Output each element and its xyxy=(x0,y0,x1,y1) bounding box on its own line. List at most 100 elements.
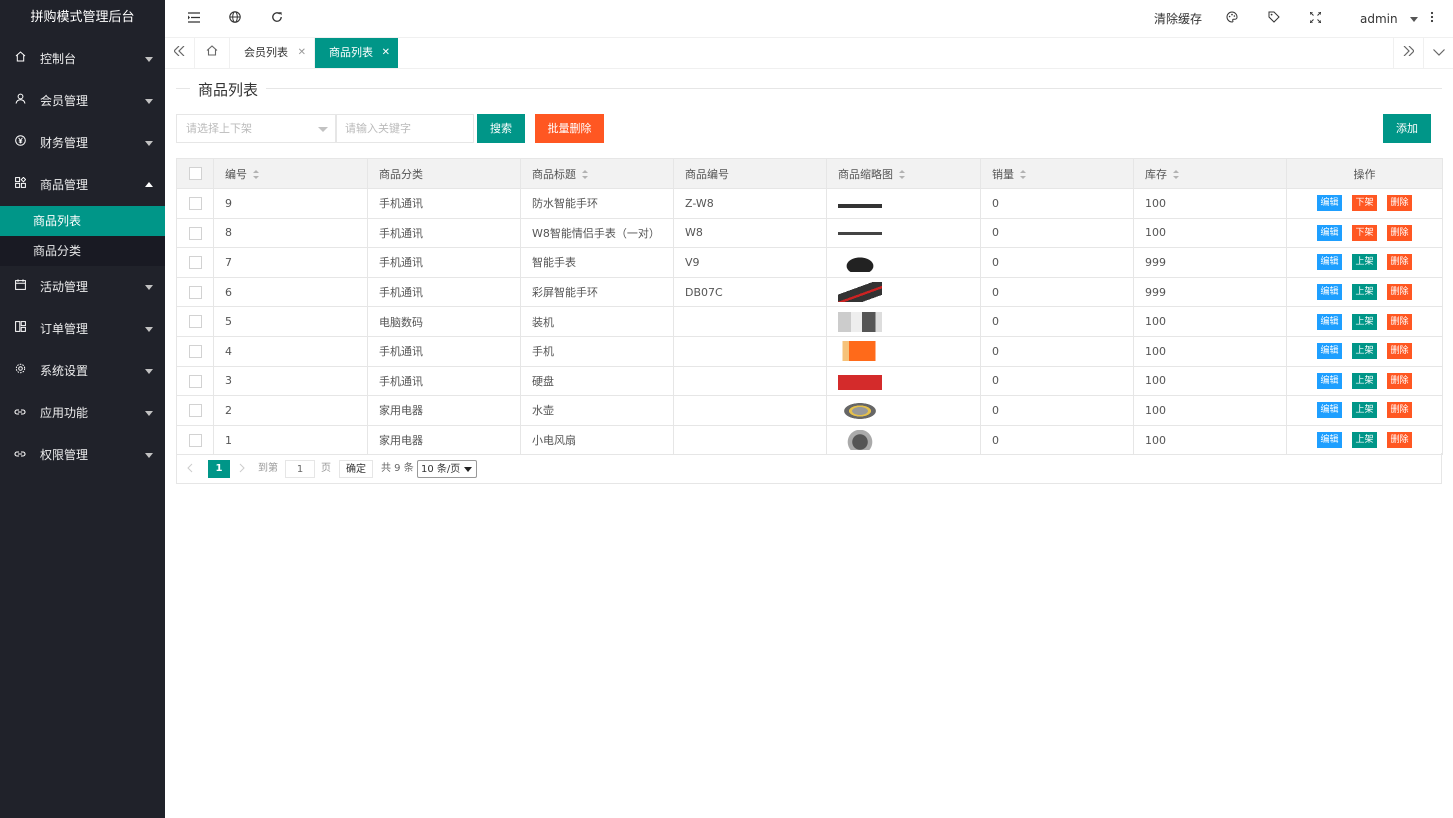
col-id[interactable]: 编号 xyxy=(213,158,368,189)
prev-page-icon[interactable] xyxy=(187,460,199,478)
delete-button[interactable]: 删除 xyxy=(1387,343,1412,360)
product-thumbnail[interactable] xyxy=(838,193,882,214)
shelf-toggle-button[interactable]: 上架 xyxy=(1352,254,1377,271)
row-checkbox[interactable] xyxy=(188,256,202,270)
shelf-toggle-button[interactable]: 上架 xyxy=(1352,284,1377,301)
delete-button[interactable]: 删除 xyxy=(1387,372,1412,389)
edit-button[interactable]: 编辑 xyxy=(1317,254,1342,271)
table-row: 3 手机通讯 硬盘 0 100 编辑 上架 删除 xyxy=(176,365,1443,397)
sort-icon[interactable] xyxy=(253,169,259,180)
shelf-toggle-button[interactable]: 上架 xyxy=(1352,343,1377,360)
cell-code xyxy=(673,335,827,367)
col-thumbnail[interactable]: 商品缩略图 xyxy=(826,158,981,189)
tabs-left-icon[interactable] xyxy=(165,38,195,68)
delete-button[interactable]: 删除 xyxy=(1387,284,1412,301)
shelf-toggle-button[interactable]: 下架 xyxy=(1352,224,1377,241)
next-page-icon[interactable] xyxy=(239,460,251,478)
shelf-status-select[interactable]: 请选择上下架 xyxy=(176,114,336,143)
edit-button[interactable]: 编辑 xyxy=(1317,372,1342,389)
close-icon[interactable]: ✕ xyxy=(382,38,390,68)
search-input[interactable] xyxy=(336,114,474,143)
delete-button[interactable]: 删除 xyxy=(1387,224,1412,241)
sidebar-item-8[interactable]: 权限管理 xyxy=(0,434,165,476)
user-menu[interactable]: admin xyxy=(1360,0,1419,38)
edit-button[interactable]: 编辑 xyxy=(1317,224,1342,241)
search-button[interactable]: 搜索 xyxy=(477,114,525,143)
row-checkbox[interactable] xyxy=(188,345,202,359)
sidebar-item-0[interactable]: 控制台 xyxy=(0,38,165,80)
clear-cache-button[interactable]: 清除缓存 xyxy=(1154,0,1202,38)
delete-button[interactable]: 删除 xyxy=(1387,313,1412,330)
product-thumbnail[interactable] xyxy=(838,311,882,332)
shelf-toggle-button[interactable]: 上架 xyxy=(1352,372,1377,389)
shelf-toggle-button[interactable]: 下架 xyxy=(1352,195,1377,212)
shelf-toggle-button[interactable]: 上架 xyxy=(1352,402,1377,419)
caret-down-icon xyxy=(145,369,153,374)
delete-button[interactable]: 删除 xyxy=(1387,254,1412,271)
product-thumbnail[interactable] xyxy=(838,430,882,451)
fullscreen-icon[interactable] xyxy=(1304,8,1326,30)
edit-button[interactable]: 编辑 xyxy=(1317,284,1342,301)
edit-button[interactable]: 编辑 xyxy=(1317,195,1342,212)
sidebar-item-4[interactable]: 活动管理 xyxy=(0,266,165,308)
row-checkbox[interactable] xyxy=(188,226,202,240)
goto-page-input[interactable]: 1 xyxy=(285,460,315,478)
sort-icon[interactable] xyxy=(1020,169,1026,180)
theme-icon[interactable] xyxy=(1221,8,1243,30)
close-icon[interactable]: ✕ xyxy=(298,38,306,68)
row-checkbox[interactable] xyxy=(188,404,202,418)
col-sales[interactable]: 销量 xyxy=(980,158,1134,189)
product-thumbnail[interactable] xyxy=(838,400,882,421)
add-button[interactable]: 添加 xyxy=(1383,114,1431,143)
select-all-checkbox[interactable] xyxy=(188,167,202,181)
sidebar-item-2[interactable]: 财务管理 xyxy=(0,122,165,164)
home-tab-icon[interactable] xyxy=(195,38,230,68)
row-checkbox[interactable] xyxy=(188,433,202,447)
sort-icon[interactable] xyxy=(1173,169,1179,180)
page-1[interactable]: 1 xyxy=(208,460,230,478)
tab-member-list[interactable]: 会员列表 ✕ xyxy=(230,38,315,68)
row-checkbox[interactable] xyxy=(188,197,202,211)
row-checkbox[interactable] xyxy=(188,374,202,388)
more-icon[interactable] xyxy=(1421,8,1443,30)
product-thumbnail[interactable] xyxy=(838,222,882,243)
delete-button[interactable]: 删除 xyxy=(1387,402,1412,419)
col-title[interactable]: 商品标题 xyxy=(520,158,674,189)
tag-icon[interactable] xyxy=(1263,8,1285,30)
sort-icon[interactable] xyxy=(582,169,588,180)
checkbox-cell xyxy=(176,276,214,308)
tabs-dropdown-icon[interactable] xyxy=(1423,38,1453,68)
batch-delete-button[interactable]: 批量删除 xyxy=(535,114,604,143)
edit-button[interactable]: 编辑 xyxy=(1317,402,1342,419)
row-checkbox[interactable] xyxy=(188,315,202,329)
row-checkbox[interactable] xyxy=(188,285,202,299)
shelf-toggle-button[interactable]: 上架 xyxy=(1352,313,1377,330)
delete-button[interactable]: 删除 xyxy=(1387,195,1412,212)
product-thumbnail[interactable] xyxy=(838,370,882,391)
sidebar-item-3[interactable]: 商品管理 xyxy=(0,164,165,206)
edit-button[interactable]: 编辑 xyxy=(1317,432,1342,449)
sort-icon[interactable] xyxy=(899,169,905,180)
product-thumbnail[interactable] xyxy=(838,252,882,273)
col-stock[interactable]: 库存 xyxy=(1133,158,1287,189)
edit-button[interactable]: 编辑 xyxy=(1317,313,1342,330)
product-thumbnail[interactable] xyxy=(838,341,882,362)
goto-confirm-button[interactable]: 确定 xyxy=(339,460,373,478)
menu-fold-icon[interactable] xyxy=(183,8,205,30)
cell-code: W8 xyxy=(673,217,827,249)
sidebar-subitem-1[interactable]: 商品分类 xyxy=(0,236,165,266)
shelf-toggle-button[interactable]: 上架 xyxy=(1352,432,1377,449)
sidebar-item-5[interactable]: 订单管理 xyxy=(0,308,165,350)
page-size-select[interactable]: 10 条/页 xyxy=(417,460,477,478)
sidebar-item-7[interactable]: 应用功能 xyxy=(0,392,165,434)
sidebar-subitem-0[interactable]: 商品列表 xyxy=(0,206,165,236)
tabs-right-icon[interactable] xyxy=(1393,38,1423,68)
edit-button[interactable]: 编辑 xyxy=(1317,343,1342,360)
delete-button[interactable]: 删除 xyxy=(1387,432,1412,449)
globe-icon[interactable] xyxy=(224,8,246,30)
product-thumbnail[interactable] xyxy=(838,282,882,303)
sidebar-item-1[interactable]: 会员管理 xyxy=(0,80,165,122)
sidebar-item-6[interactable]: 系统设置 xyxy=(0,350,165,392)
tab-product-list[interactable]: 商品列表 ✕ xyxy=(315,38,398,68)
refresh-icon[interactable] xyxy=(266,8,288,30)
